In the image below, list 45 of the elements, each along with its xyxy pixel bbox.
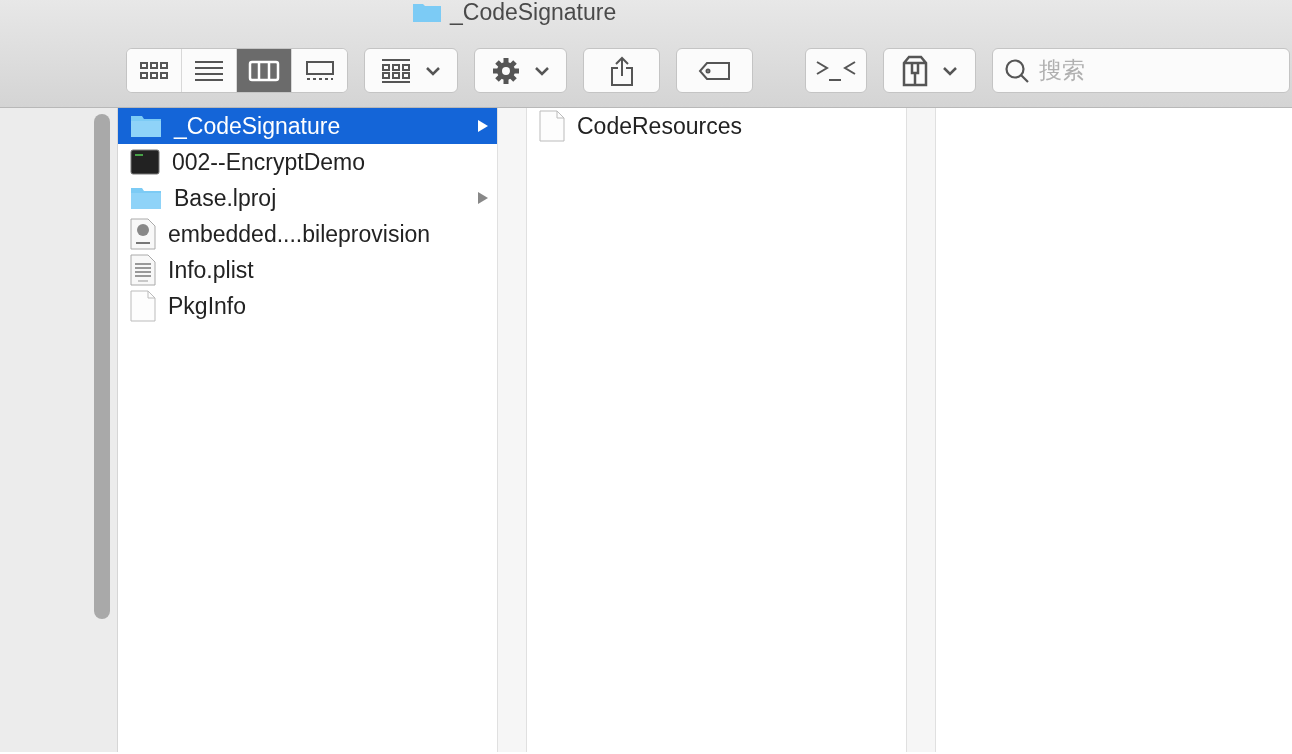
terminal-icon xyxy=(130,149,160,175)
archive-button[interactable] xyxy=(883,48,976,93)
document-icon xyxy=(130,290,156,322)
share-button[interactable] xyxy=(583,48,660,93)
file-name: _CodeSignature xyxy=(174,111,342,141)
group-button[interactable] xyxy=(364,48,458,93)
icon-grid-icon xyxy=(139,60,169,81)
file-row[interactable]: 002--EncryptDemo xyxy=(118,144,497,180)
folder-icon xyxy=(130,186,162,210)
view-mode-button[interactable] xyxy=(237,49,292,92)
tag-icon xyxy=(697,60,732,81)
columns-icon xyxy=(248,59,280,82)
file-row[interactable]: Info.plist xyxy=(118,252,497,288)
file-name: PkgInfo xyxy=(168,291,247,321)
share-icon xyxy=(609,55,634,86)
action-button[interactable] xyxy=(474,48,567,93)
file-row[interactable]: embedded....bileprovision xyxy=(118,216,497,252)
window-title: _CodeSignature xyxy=(450,0,617,27)
chevron-down-icon xyxy=(533,65,550,76)
scrollbar-thumb[interactable] xyxy=(94,114,110,619)
folder-icon xyxy=(130,114,162,138)
view-mode-button[interactable] xyxy=(127,49,182,92)
file-row[interactable]: _CodeSignature xyxy=(118,108,497,144)
terminal-button[interactable] xyxy=(805,48,867,93)
file-name: Base.lproj xyxy=(174,183,278,213)
grid-icon xyxy=(381,57,411,84)
search-field[interactable]: 搜索 xyxy=(992,48,1290,93)
settings-icon xyxy=(491,56,520,85)
plist-file-icon xyxy=(130,254,156,286)
chevron-down-icon xyxy=(941,65,958,76)
file-name: CodeResources xyxy=(577,111,743,141)
provision-file-icon xyxy=(130,218,156,250)
search-icon xyxy=(1004,58,1030,84)
chevron-down-icon xyxy=(425,65,441,76)
tag-button[interactable] xyxy=(676,48,753,93)
file-row[interactable]: PkgInfo xyxy=(118,288,497,324)
file-name: 002--EncryptDemo xyxy=(172,147,367,177)
folder-icon xyxy=(412,1,442,23)
file-row[interactable]: Base.lproj xyxy=(118,180,497,216)
gallery-icon xyxy=(304,59,335,82)
file-row[interactable]: CodeResources xyxy=(527,108,906,144)
file-name: embedded....bileprovision xyxy=(168,219,432,249)
archive-icon xyxy=(901,54,928,87)
list-icon xyxy=(194,59,224,82)
file-name: Info.plist xyxy=(168,255,255,285)
